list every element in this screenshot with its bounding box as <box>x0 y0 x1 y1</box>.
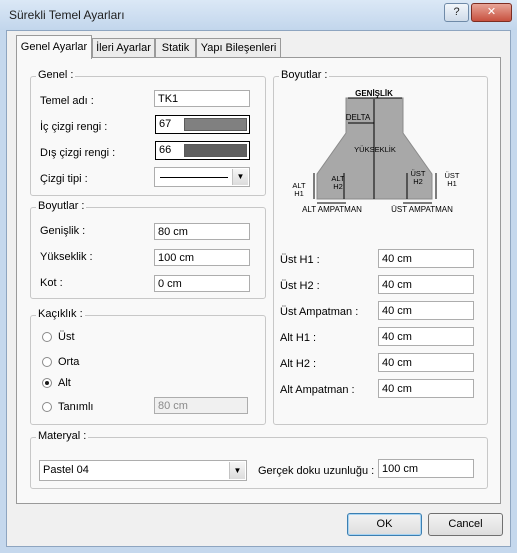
alt-h1-label: Alt H1 : <box>280 332 317 344</box>
radio-ust[interactable] <box>42 332 52 342</box>
outer-color-number: 66 <box>159 144 172 156</box>
tab-ileri-ayarlar[interactable]: İleri Ayarlar <box>92 38 155 58</box>
line-sample <box>160 177 228 178</box>
chevron-down-icon[interactable]: ▼ <box>229 462 245 479</box>
ust-h1-label: Üst H1 : <box>280 254 320 266</box>
texture-length-input[interactable]: 100 cm <box>378 459 474 478</box>
boyutlar-right-title: Boyutlar : <box>279 69 330 81</box>
label-yukseklik: YÜKSEKLİK <box>354 145 396 154</box>
kaciklik-title: Kaçıklık : <box>36 308 85 320</box>
ust-ampatman-input[interactable]: 40 cm <box>378 301 474 320</box>
radio-tanimli-label: Tanımlı <box>58 401 94 413</box>
width-label: Genişlik : <box>40 225 86 237</box>
radio-selected-dot <box>45 381 49 385</box>
texture-length-label: Gerçek doku uzunluğu : <box>258 465 375 477</box>
foundation-diagram: GENİŞLİK DELTA YÜKSEKLİK ALT H1 ALT H2 Ü… <box>292 89 460 214</box>
outer-color-swatch <box>184 144 247 157</box>
genel-group-title: Genel : <box>36 69 76 81</box>
materyal-title: Materyal : <box>36 430 89 442</box>
label-ust-h2-b: H2 <box>413 177 423 186</box>
cancel-button[interactable]: Cancel <box>428 513 503 536</box>
line-type-label: Çizgi tipi : <box>40 173 88 185</box>
ust-h1-input[interactable]: 40 cm <box>378 249 474 268</box>
inner-color-label: İç çizgi rengi : <box>40 121 108 133</box>
boyutlar-left-title: Boyutlar : <box>36 200 87 212</box>
custom-offset-input[interactable]: 80 cm <box>154 397 248 414</box>
ust-ampatman-label: Üst Ampatman : <box>280 306 359 318</box>
window-title: Sürekli Temel Ayarları <box>9 8 125 22</box>
radio-alt[interactable] <box>42 378 52 388</box>
help-button[interactable]: ? <box>444 3 469 22</box>
alt-ampatman-input[interactable]: 40 cm <box>378 379 474 398</box>
tab-genel-ayarlar[interactable]: Genel Ayarlar <box>16 35 92 59</box>
inner-color-picker[interactable]: 67 <box>155 115 250 134</box>
line-type-select[interactable]: ▼ <box>154 167 250 187</box>
label-delta: DELTA <box>346 113 371 122</box>
alt-h2-input[interactable]: 40 cm <box>378 353 474 372</box>
label-genislik: GENİŞLİK <box>355 89 393 98</box>
radio-orta[interactable] <box>42 357 52 367</box>
chevron-down-icon[interactable]: ▼ <box>232 169 248 185</box>
label-ust-ampatman: ÜST AMPATMAN <box>391 205 453 214</box>
tab-statik[interactable]: Statik <box>155 38 196 58</box>
material-selected-value: Pastel 04 <box>43 464 89 476</box>
radio-alt-label: Alt <box>58 377 71 389</box>
material-select[interactable]: Pastel 04 ▼ <box>39 460 247 481</box>
kot-label: Kot : <box>40 277 63 289</box>
radio-tanimli[interactable] <box>42 402 52 412</box>
name-input[interactable]: TK1 <box>154 90 250 107</box>
width-input[interactable]: 80 cm <box>154 223 250 240</box>
outer-color-picker[interactable]: 66 <box>155 141 250 160</box>
label-alt-h2-b: H2 <box>333 182 343 191</box>
close-icon: ✕ <box>486 6 497 18</box>
height-label: Yükseklik : <box>40 251 93 263</box>
radio-orta-label: Orta <box>58 356 80 368</box>
label-ust-h1-b: H1 <box>447 179 457 188</box>
inner-color-swatch <box>184 118 247 131</box>
tab-yapi-bilesenleri[interactable]: Yapı Bileşenleri <box>196 38 281 58</box>
alt-h2-label: Alt H2 : <box>280 358 317 370</box>
label-alt-h1-b: H1 <box>294 189 304 198</box>
kot-input[interactable]: 0 cm <box>154 275 250 292</box>
ust-h2-label: Üst H2 : <box>280 280 320 292</box>
ok-button[interactable]: OK <box>347 513 422 536</box>
outer-color-label: Dış çizgi rengi : <box>40 147 116 159</box>
radio-ust-label: Üst <box>58 331 75 343</box>
alt-h1-input[interactable]: 40 cm <box>378 327 474 346</box>
ust-h2-input[interactable]: 40 cm <box>378 275 474 294</box>
name-label: Temel adı : <box>40 95 94 107</box>
inner-color-number: 67 <box>159 118 172 130</box>
height-input[interactable]: 100 cm <box>154 249 250 266</box>
alt-ampatman-label: Alt Ampatman : <box>280 384 355 396</box>
label-alt-ampatman: ALT AMPATMAN <box>302 205 362 214</box>
close-button[interactable]: ✕ <box>471 3 512 22</box>
